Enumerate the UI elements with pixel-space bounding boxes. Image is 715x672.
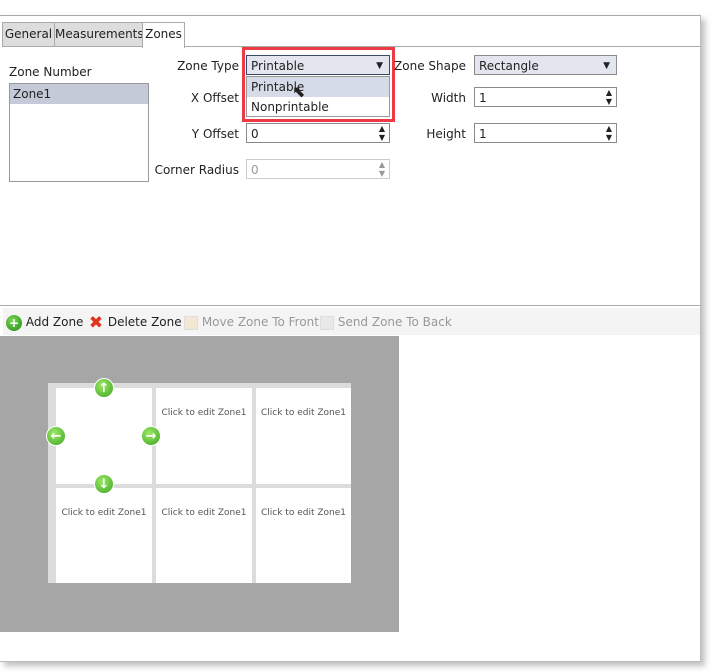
width-label: Width — [431, 91, 466, 105]
delete-zone-button[interactable]: ✖ Delete Zone — [88, 313, 182, 331]
tab-general[interactable]: General — [2, 22, 55, 47]
zone-cell[interactable]: Click to edit Zone1 — [156, 488, 252, 583]
arrow-up-icon[interactable]: ↑ — [94, 378, 114, 398]
move-zone-front-button[interactable]: Move Zone To Front — [184, 313, 319, 331]
spin-up-icon[interactable]: ▲ — [606, 125, 612, 133]
add-zone-button[interactable]: + Add Zone — [6, 313, 83, 331]
arrow-right-icon[interactable]: → — [141, 426, 161, 446]
height-spinner[interactable]: 1 ▲ ▼ — [474, 123, 617, 143]
zone-shape-combo[interactable]: Rectangle ▼ — [474, 55, 617, 75]
divider — [0, 305, 700, 306]
y-offset-label: Y Offset — [191, 127, 239, 141]
tab-zones[interactable]: Zones — [142, 22, 185, 48]
zone-cell[interactable]: Click to edit Zone1 — [256, 488, 351, 583]
tab-measurements[interactable]: Measurements — [54, 22, 144, 47]
spin-down-icon[interactable]: ▼ — [606, 98, 612, 106]
cursor-icon: ⬉ — [292, 82, 306, 101]
send-back-icon — [320, 315, 334, 330]
move-front-label: Move Zone To Front — [201, 315, 319, 329]
zone-cell[interactable]: Click to edit Zone1 — [256, 388, 351, 484]
send-zone-back-button[interactable]: Send Zone To Back — [320, 313, 452, 331]
spin-up-icon: ▲ — [378, 160, 385, 169]
arrow-down-icon[interactable]: ↓ — [94, 474, 114, 494]
x-offset-label: X Offset — [190, 91, 239, 105]
delete-zone-label: Delete Zone — [107, 315, 182, 329]
corner-radius-label: Corner Radius — [154, 163, 239, 177]
zone-cell[interactable] — [56, 388, 152, 484]
chevron-down-icon: ▼ — [603, 61, 610, 71]
width-value: 1 — [479, 91, 487, 105]
y-offset-value: 0 — [251, 127, 259, 141]
corner-radius-spinner: 0 ▲ ▼ — [246, 159, 390, 179]
bring-front-icon — [184, 315, 198, 330]
delete-x-icon: ✖ — [88, 312, 104, 333]
height-value: 1 — [479, 127, 487, 141]
spin-up-icon[interactable]: ▲ — [606, 89, 612, 97]
plus-icon: + — [6, 314, 22, 331]
send-back-label: Send Zone To Back — [337, 315, 452, 329]
arrow-left-icon[interactable]: ← — [46, 426, 66, 446]
corner-radius-value: 0 — [251, 163, 259, 177]
spin-down-icon[interactable]: ▼ — [606, 134, 612, 142]
zone-number-label: Zone Number — [9, 65, 92, 79]
zone-shape-value: Rectangle — [479, 59, 539, 73]
spin-down-icon: ▼ — [378, 169, 385, 178]
zone-type-label: Zone Type — [177, 59, 239, 73]
add-zone-label: Add Zone — [25, 315, 84, 329]
zone-cell[interactable]: Click to edit Zone1 — [156, 388, 252, 484]
zone-cell[interactable]: Click to edit Zone1 — [56, 488, 152, 583]
height-label: Height — [426, 127, 466, 141]
width-spinner[interactable]: 1 ▲ ▼ — [474, 87, 617, 107]
zone-shape-label: Zone Shape — [394, 59, 466, 73]
